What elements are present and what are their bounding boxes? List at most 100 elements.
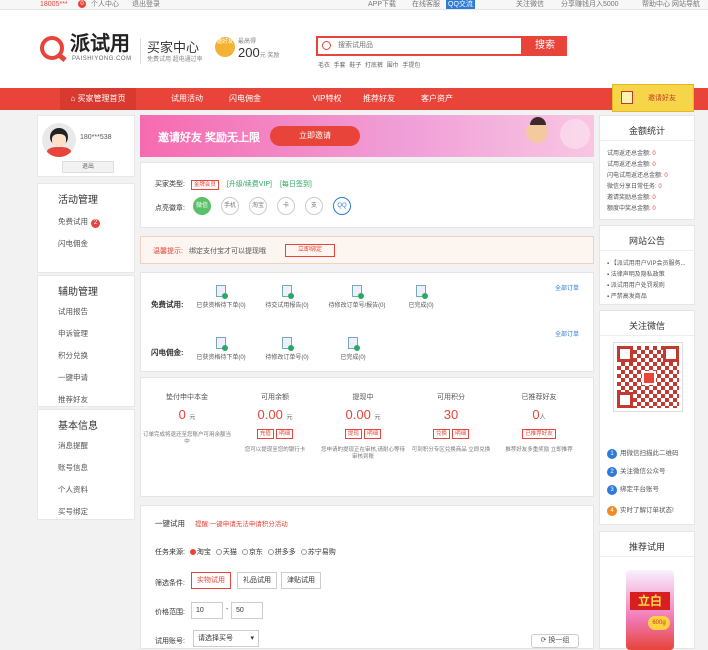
step-pending-report[interactable]: 待交试用报告(0) (259, 285, 315, 309)
withdraw-button[interactable]: 提现 (344, 429, 362, 439)
refresh-button[interactable]: ⟳ 换一组 (531, 634, 579, 648)
referred-friends-button[interactable]: 已推荐好友 (522, 429, 556, 439)
amount-row-value: 0 (652, 151, 656, 157)
top-username[interactable]: 18005*** (40, 0, 68, 9)
amount-row-value: 0 (652, 206, 656, 212)
all-orders-link-2[interactable]: 全部订单 (555, 329, 579, 338)
price-max-input[interactable]: 50 (231, 602, 263, 619)
share-earn-link[interactable]: 分享赚钱月入5000 (561, 0, 619, 9)
exchange-button[interactable]: 兑换 (432, 429, 450, 439)
step-completed[interactable]: 已完成(0) (393, 285, 449, 309)
filter-allowance[interactable]: 津贴试用 (281, 572, 321, 589)
points-detail-button[interactable]: 明细 (452, 429, 470, 439)
logo-text[interactable]: 派试用 (70, 33, 130, 55)
account-select[interactable]: 请选择买号 ▾ (193, 630, 259, 647)
announce-item[interactable]: ▪ 派试用用户处罚规则 (607, 280, 665, 289)
nav-item-home[interactable]: ⌂ 买家管理首页 (60, 88, 136, 110)
stat-deposit-value: 0 (178, 407, 186, 422)
nav-item-assets[interactable]: 客户资产 (410, 88, 464, 110)
app-download-link[interactable]: APP下载 (368, 0, 396, 9)
help-link[interactable]: 帮助中心 (642, 0, 670, 9)
announce-item[interactable]: ▪ 严禁高发商品 (607, 291, 647, 300)
refresh-label: 换一组 (548, 637, 570, 644)
radio-taobao[interactable] (189, 548, 196, 555)
withdraw-detail-button[interactable]: 明细 (364, 429, 382, 439)
account-label: 试用账号: (155, 638, 185, 645)
buyer-info-panel: 买家类型: 金牌会员 [升级/续费VIP] [每日签到] 点亮徽章: 微信 手机… (140, 162, 594, 228)
search-button[interactable]: 搜索 (523, 36, 567, 56)
price-min-input[interactable]: 10 (191, 602, 223, 619)
stat-withdrawing-title: 提现中 (352, 394, 374, 401)
follow-wechat-link[interactable]: 关注微信 (516, 0, 544, 9)
step-modify-report[interactable]: 待修改订单号/报告(0) (325, 285, 389, 309)
announce-item[interactable]: ▪ 【派试用用户VIP会员服务... (607, 258, 685, 267)
filter-gift[interactable]: 礼品试用 (237, 572, 277, 589)
logout-link[interactable]: 退出登录 (132, 0, 160, 9)
all-orders-link[interactable]: 全部订单 (555, 283, 579, 292)
online-service-link[interactable]: 在线客服 (412, 0, 440, 9)
announce-item[interactable]: ▪ 法律声明及隐私政策 (607, 269, 665, 278)
nav-item-flash[interactable]: 闪电佣金 (218, 88, 272, 110)
stat-referrals-desc[interactable]: 推荐好友多重奖励 立即推荐 (495, 447, 583, 454)
menu-points[interactable]: 积分兑换 (58, 350, 88, 361)
qq-badge-icon[interactable]: QQ (333, 197, 351, 215)
menu-recommend[interactable]: 推荐好友 (58, 394, 88, 405)
phone-badge-icon[interactable]: 手机 (221, 197, 239, 215)
radio-pdd[interactable] (267, 548, 274, 555)
menu-one-click[interactable]: 一键申请 (58, 372, 88, 383)
menu-account[interactable]: 账号信息 (58, 462, 88, 473)
upgrade-vip-link[interactable]: [升级/续费VIP] (227, 181, 272, 188)
menu-bind-account[interactable]: 买号绑定 (58, 506, 88, 517)
notice-badge[interactable]: 0 (78, 0, 86, 8)
invite-friends-label: 邀请好友 (648, 95, 676, 102)
menu-profile[interactable]: 个人资料 (58, 484, 88, 495)
radio-jd[interactable] (241, 548, 248, 555)
stat-referrals-unit: 人 (539, 415, 546, 421)
step-4-icon: 4 (607, 506, 617, 516)
orders-panel: 免费试用: 已获资格待下单(0) 待交试用报告(0) 待修改订单号/报告(0) … (140, 272, 594, 372)
recharge-button[interactable]: 充值 (256, 429, 274, 439)
menu-free-trial[interactable]: 免费试用 2 (58, 216, 100, 228)
flash-step-completed[interactable]: 已完成(0) (325, 337, 381, 361)
invite-banner[interactable]: 邀请好友 奖励无上限 立即邀请 (140, 115, 594, 157)
nav-item-vip[interactable]: VIP特权 (300, 88, 354, 110)
qq-service-button[interactable]: QQ交流 (446, 0, 475, 9)
radio-tmall[interactable] (215, 548, 222, 555)
basic-menu: 基本信息 消息提醒 账号信息 个人资料 买号绑定 (37, 409, 135, 520)
daily-sign-link[interactable]: [每日签到] (280, 181, 312, 188)
radio-suning[interactable] (300, 548, 307, 555)
flash-step-pending[interactable]: 已获资格待下单(0) (193, 337, 249, 361)
invite-friends-button[interactable]: 邀请好友 (612, 84, 694, 112)
stat-deposit-unit: 元 (189, 415, 196, 421)
filter-physical[interactable]: 实物试用 (191, 572, 231, 589)
wechat-step-text: 用微信扫描此二维码 (620, 450, 679, 457)
stat-points-desc[interactable]: 可到积分专区兑换商品 立即兑换 (407, 447, 495, 454)
announcement-panel: 网站公告 ▪ 【派试用用户VIP会员服务... ▪ 法律声明及隐私政策 ▪ 派试… (599, 225, 695, 305)
wechat-badge-icon[interactable]: 微信 (193, 197, 211, 215)
amount-stats-panel: 金额统计 试用返还总金额: 0 试用返还总金额: 0 闪电试用返还总金额: 0 … (599, 115, 695, 220)
nav-item-trial[interactable]: 试用活动 (160, 88, 214, 110)
alipay-badge-icon[interactable]: 支 (305, 197, 323, 215)
avatar[interactable] (42, 123, 76, 157)
menu-trial-report[interactable]: 试用报告 (58, 306, 88, 317)
nav-item-recommend[interactable]: 推荐好友 (352, 88, 406, 110)
flash-step-modify[interactable]: 待修改订单号(0) (259, 337, 315, 361)
bind-now-button[interactable]: 立即绑定 (285, 244, 335, 257)
site-nav-link[interactable]: 网站导航 (672, 0, 700, 9)
personal-center-link[interactable]: 个人中心 (91, 0, 119, 9)
menu-appeal[interactable]: 申诉管理 (58, 328, 88, 339)
logout-button[interactable]: 退出 (62, 161, 114, 173)
step-pending-order[interactable]: 已获资格待下单(0) (193, 285, 249, 309)
invite-now-button[interactable]: 立即邀请 (270, 126, 360, 146)
menu-messages[interactable]: 消息提醒 (58, 440, 88, 451)
chevron-down-icon: ▾ (250, 635, 254, 642)
hot-words[interactable]: 毛衣 手套 鞋子 打底裤 围巾 手提包 (318, 60, 420, 69)
product-image[interactable]: 立白 600g (626, 570, 674, 650)
search-input[interactable] (338, 36, 518, 56)
badges-label: 点亮徽章: (155, 205, 185, 212)
balance-detail-button[interactable]: 明细 (276, 429, 294, 439)
taobao-badge-icon[interactable]: 淘宝 (249, 197, 267, 215)
card-badge-icon[interactable]: 卡 (277, 197, 295, 215)
menu-flash-commission[interactable]: 闪电佣金 (58, 238, 88, 249)
step-completed-label: 已完成(0) (408, 303, 434, 309)
